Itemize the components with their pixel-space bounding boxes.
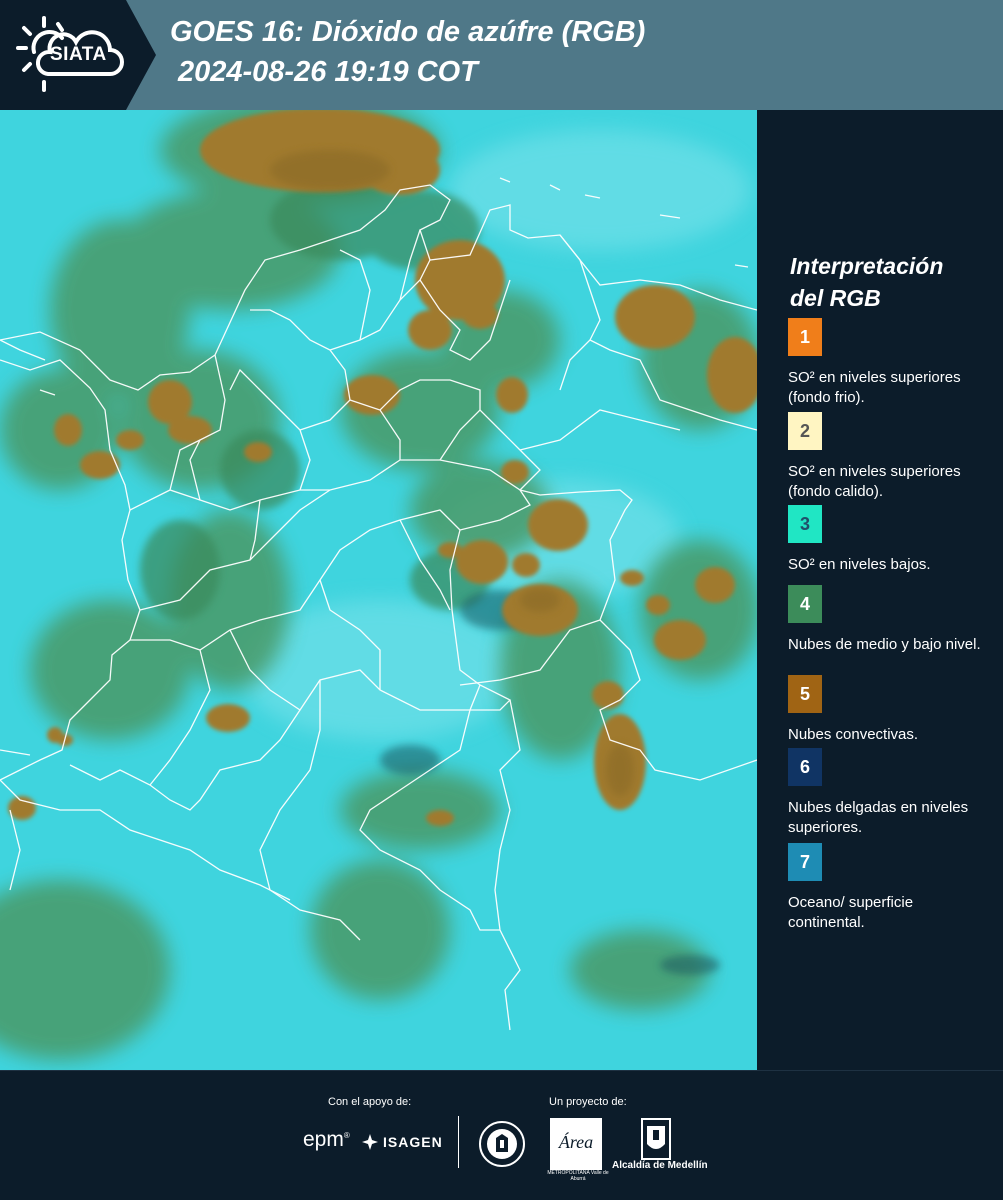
support-label: Con el apoyo de: xyxy=(328,1096,412,1108)
legend-swatch: 3 xyxy=(788,505,822,543)
legend-swatch: 7 xyxy=(788,843,822,881)
legend-item-1: 1 SO² en niveles superiores (fondo frio). xyxy=(788,318,988,408)
satellite-image xyxy=(0,110,757,1070)
isagen-star-icon xyxy=(362,1134,378,1150)
legend-item-4: 4 Nubes de medio y bajo nivel. xyxy=(788,585,988,655)
legend-title: Interpretación del RGB xyxy=(790,250,943,314)
logo-text: SIATA xyxy=(50,44,107,65)
legend-text: Oceano/ superficie continental. xyxy=(788,894,914,931)
legend-title-line2: del RGB xyxy=(790,285,881,311)
legend-item-7: 7 Oceano/ superficie continental. xyxy=(788,843,988,933)
area-subtitle: METROPOLITANA Valle de Aburrá xyxy=(547,1170,609,1182)
page-timestamp: 2024-08-26 19:19 COT xyxy=(178,56,478,88)
epm-logo: epm® xyxy=(303,1128,350,1151)
legend-item-6: 6 Nubes delgadas en niveles superiores. xyxy=(788,748,988,838)
footer-separator xyxy=(458,1116,459,1168)
alcaldia-label: Alcaldía de Medellín xyxy=(612,1160,708,1171)
legend-swatch: 2 xyxy=(788,412,822,450)
legend-panel: Interpretación del RGB 1 SO² en niveles s… xyxy=(760,110,1003,1070)
legend-item-5: 5 Nubes convectivas. xyxy=(788,675,988,745)
legend-item-2: 2 SO² en niveles superiores (fondo calido… xyxy=(788,412,988,502)
page-title: GOES 16: Dióxido de azúfre (RGB) xyxy=(170,16,646,48)
legend-swatch: 6 xyxy=(788,748,822,786)
area-metropolitana-logo: Área xyxy=(550,1118,602,1170)
legend-text: Nubes delgadas en niveles superiores. xyxy=(788,799,969,836)
project-label: Un proyecto de: xyxy=(549,1096,627,1108)
legend-text: Nubes de medio y bajo nivel. xyxy=(788,636,981,653)
legend-swatch: 4 xyxy=(788,585,822,623)
legend-text: SO² en niveles superiores (fondo calido)… xyxy=(788,463,961,500)
isagen-logo: ISAGEN xyxy=(361,1133,443,1151)
alcaldia-shield-icon xyxy=(641,1118,671,1160)
legend-swatch: 1 xyxy=(788,318,822,356)
epm-text: epm xyxy=(303,1128,344,1151)
satellite-map[interactable] xyxy=(0,110,757,1070)
footer-divider xyxy=(0,1070,1003,1071)
isagen-text: ISAGEN xyxy=(383,1134,443,1150)
area-name-text: Área xyxy=(558,1131,593,1152)
legend-text: SO² en niveles superiores (fondo frio). xyxy=(788,369,961,406)
legend-text: Nubes convectivas. xyxy=(788,726,919,743)
legend-item-3: 3 SO² en niveles bajos. xyxy=(788,505,988,575)
legend-title-line1: Interpretación xyxy=(790,253,944,279)
legend-swatch: 5 xyxy=(788,675,822,713)
footer: Con el apoyo de: Un proyecto de: epm® IS… xyxy=(0,1070,1003,1200)
siata-logo: SIATA xyxy=(0,0,156,110)
medellin-seal-icon xyxy=(479,1121,525,1167)
legend-text: SO² en niveles bajos. xyxy=(788,556,931,573)
header-bar: SIATA GOES 16: Dióxido de azúfre (RGB) 2… xyxy=(0,0,1003,110)
